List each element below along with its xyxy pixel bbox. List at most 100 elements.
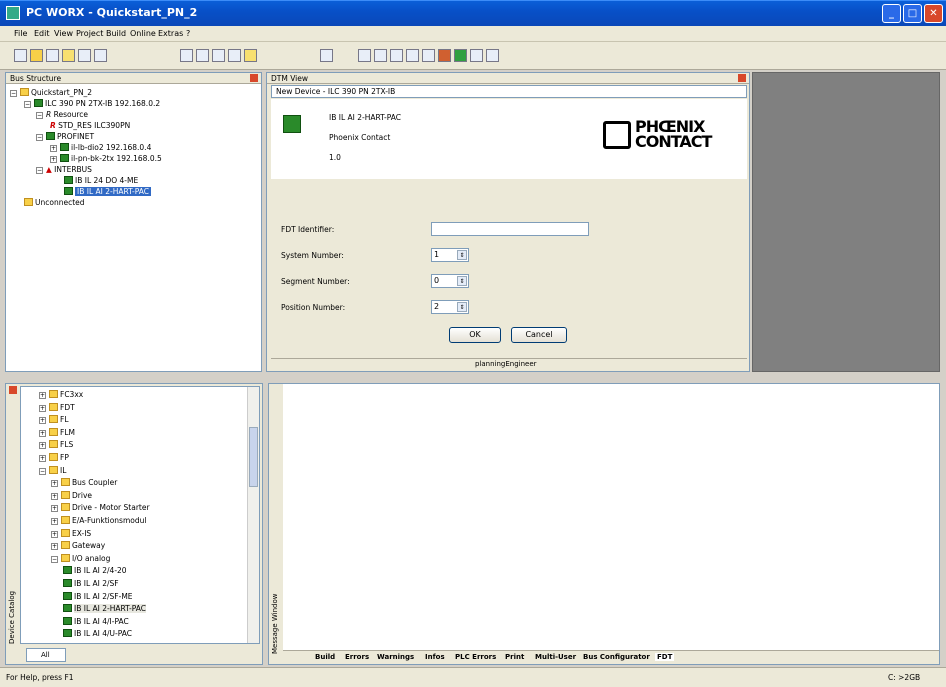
window-icon[interactable]	[94, 49, 107, 62]
new-icon[interactable]	[14, 49, 27, 62]
view4-icon[interactable]	[228, 49, 241, 62]
close-catalog-icon[interactable]	[9, 386, 17, 394]
catalog-item[interactable]: + FC3xx	[39, 389, 83, 400]
dtm-user-label: planningEngineer	[475, 360, 537, 368]
device-version: 1.0	[329, 153, 341, 162]
menu-file[interactable]: File	[14, 29, 27, 38]
tree-node-il-lb-dio2[interactable]: + il-lb-dio2 192.168.0.4	[50, 142, 151, 153]
view3-icon[interactable]	[212, 49, 225, 62]
catalog-item[interactable]: IB IL AI 2/SF-ME	[63, 591, 133, 602]
segment-number-stepper[interactable]: 0 ⇕	[431, 274, 469, 288]
catalog-scrollbar[interactable]	[247, 387, 259, 643]
tree-node-il-pn-bk[interactable]: + il-pn-bk-2tx 192.168.0.5	[50, 153, 162, 164]
tab-plc-errors[interactable]: PLC Errors	[455, 653, 496, 661]
view2-icon[interactable]	[196, 49, 209, 62]
module-icon	[63, 566, 72, 575]
folder-icon	[49, 453, 58, 461]
menu-bar: File Edit View Project Build Online Extr…	[0, 26, 946, 42]
module-icon	[63, 629, 72, 638]
catalog-item[interactable]: + EX-IS	[51, 528, 91, 539]
folder-icon	[49, 427, 58, 436]
tool3-icon[interactable]	[390, 49, 403, 62]
tree-node-controller[interactable]: − ILC 390 PN 2TX-IB 192.168.0.2	[24, 98, 160, 109]
menu-project[interactable]: Project	[76, 29, 103, 38]
view1-icon[interactable]	[180, 49, 193, 62]
system-number-stepper[interactable]: 1 ⇕	[431, 248, 469, 262]
catalog-item[interactable]: IB IL AI 2-HART-PAC	[63, 603, 147, 614]
tab-multi-user[interactable]: Multi-User	[535, 653, 576, 661]
tab-print[interactable]: Print	[505, 653, 524, 661]
folder-icon	[61, 528, 70, 537]
tab-infos[interactable]: Infos	[425, 653, 445, 661]
fdt-identifier-input[interactable]	[431, 222, 589, 236]
catalog-item[interactable]: + FL	[39, 414, 69, 425]
view5-icon[interactable]	[244, 49, 257, 62]
ok-button[interactable]: OK	[449, 327, 501, 343]
position-number-stepper[interactable]: 2 ⇕	[431, 300, 469, 314]
tree-node-unconnected[interactable]: Unconnected	[24, 197, 85, 208]
catalog-item[interactable]: + FP	[39, 452, 69, 463]
dtm-status-bar: planningEngineer	[271, 358, 747, 370]
tree-node-interbus[interactable]: − ▲ INTERBUS	[36, 164, 92, 175]
tab-warnings[interactable]: Warnings	[377, 653, 414, 661]
dtm-document-tab[interactable]: New Device - ILC 390 PN 2TX-IB	[271, 85, 747, 98]
catalog-item[interactable]: + Drive	[51, 490, 92, 501]
catalog-item[interactable]: + Drive - Motor Starter	[51, 502, 150, 513]
folder-icon	[49, 440, 58, 449]
tool9-icon[interactable]	[486, 49, 499, 62]
system-number-label: System Number:	[281, 251, 344, 260]
bus-structure-title: Bus Structure	[10, 74, 62, 83]
tree-node-profinet[interactable]: − PROFINET	[36, 131, 94, 142]
menu-extras[interactable]: Extras	[158, 29, 183, 38]
menu-edit[interactable]: Edit	[34, 29, 50, 38]
menu-help[interactable]: ?	[186, 29, 190, 38]
tree-node-project[interactable]: − Quickstart_PN_2	[10, 87, 92, 98]
tab-build[interactable]: Build	[315, 653, 335, 661]
device-catalog-label: Device Catalog	[8, 590, 16, 644]
tool1-icon[interactable]	[358, 49, 371, 62]
catalog-item[interactable]: IB IL AI 4/U-PAC	[63, 628, 132, 639]
save-icon[interactable]	[46, 49, 59, 62]
tree-node-resource[interactable]: − R Resource	[36, 109, 88, 120]
tool2-icon[interactable]	[374, 49, 387, 62]
close-dtm-icon[interactable]	[738, 74, 746, 82]
tree-node-hart-module[interactable]: IB IL AI 2-HART-PAC	[64, 186, 152, 197]
open-icon[interactable]	[30, 49, 43, 62]
layout-icon[interactable]	[62, 49, 75, 62]
catalog-item[interactable]: − I/O analog	[51, 553, 110, 564]
tree-node-std-res[interactable]: R STD_RES ILC390PN	[50, 120, 130, 131]
catalog-item[interactable]: IB IL AI 4/I-PAC	[63, 616, 129, 627]
catalog-item[interactable]: + E/A-Funktionsmodul	[51, 515, 146, 526]
catalog-item[interactable]: + FLS	[39, 439, 73, 450]
tool4-icon[interactable]	[406, 49, 419, 62]
device-name: IB IL AI 2-HART-PAC	[329, 113, 402, 122]
close-button[interactable]: ✕	[924, 4, 943, 23]
menu-build[interactable]: Build	[106, 29, 126, 38]
dtm-view-header: DTM View	[267, 73, 749, 84]
catalog-item[interactable]: + FLM	[39, 427, 75, 438]
layout2-icon[interactable]	[78, 49, 91, 62]
tab-all[interactable]: All	[26, 648, 66, 662]
close-panel-icon[interactable]	[250, 74, 258, 82]
tab-bus-configurator[interactable]: Bus Configurator	[583, 653, 650, 661]
catalog-item[interactable]: + Bus Coupler	[51, 477, 117, 488]
catalog-item[interactable]: + Gateway	[51, 540, 105, 551]
catalog-item[interactable]: − IL	[39, 465, 66, 476]
maximize-button[interactable]: □	[903, 4, 922, 23]
status-bar: For Help, press F1 C: >2GB	[0, 667, 946, 687]
tool7-icon[interactable]	[454, 49, 467, 62]
tab-errors[interactable]: Errors	[345, 653, 369, 661]
menu-view[interactable]: View	[54, 29, 73, 38]
catalog-item[interactable]: + FDT	[39, 402, 75, 413]
monitor-icon[interactable]	[320, 49, 333, 62]
cancel-button[interactable]: Cancel	[511, 327, 567, 343]
menu-online[interactable]: Online	[130, 29, 156, 38]
catalog-item[interactable]: IB IL AI 2/SF	[63, 578, 119, 589]
tree-node-do-module[interactable]: IB IL 24 DO 4-ME	[64, 175, 138, 186]
catalog-item[interactable]: IB IL AI 2/4-20	[63, 565, 127, 576]
tool6-icon[interactable]	[438, 49, 451, 62]
minimize-button[interactable]: _	[882, 4, 901, 23]
tab-fdt[interactable]: FDT	[655, 653, 675, 661]
tool8-icon[interactable]	[470, 49, 483, 62]
tool5-icon[interactable]	[422, 49, 435, 62]
